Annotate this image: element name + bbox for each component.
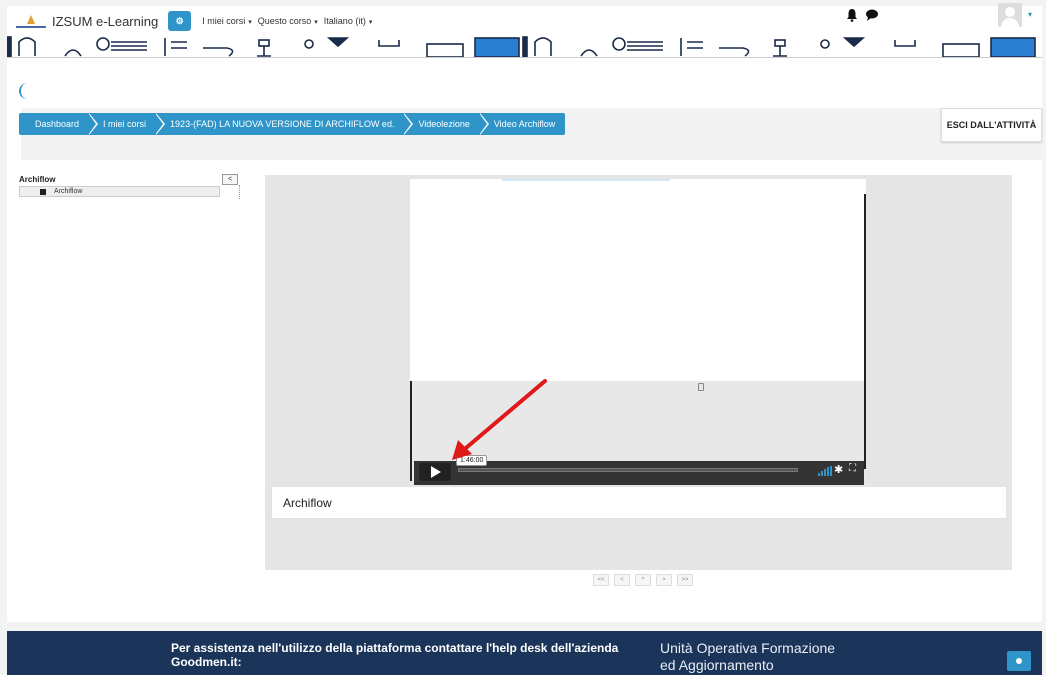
breadcrumb-my-courses[interactable]: I miei corsi xyxy=(89,113,166,135)
menu-toggle-button[interactable]: ⚙ xyxy=(168,11,192,31)
brand-name[interactable]: IZSUM e-Learning xyxy=(52,14,158,29)
chevron-down-icon: ▾ xyxy=(314,19,318,26)
fullscreen-icon[interactable]: ⛶ xyxy=(849,463,856,474)
chevron-down-icon[interactable]: ▾ xyxy=(1028,10,1032,19)
scorm-content: 1:46:00 ✱ ⛶ Archiflow xyxy=(265,175,1012,570)
scroll-top-button[interactable] xyxy=(1007,651,1031,671)
pager-up-button[interactable]: ^ xyxy=(635,574,651,586)
breadcrumb-dashboard[interactable]: Dashboard xyxy=(19,113,99,135)
footer-unit-line1: Unità Operativa Formazione xyxy=(660,640,836,656)
toc-collapse-button[interactable]: < xyxy=(222,174,238,185)
footer-unit-line2: ed Aggiornamento xyxy=(660,657,774,673)
pager-prev-button[interactable]: < xyxy=(614,574,630,586)
breadcrumb-label: Video Archiflow xyxy=(493,119,556,129)
slide-top-line xyxy=(502,179,670,181)
video-caption: Archiflow xyxy=(271,486,1007,519)
play-button[interactable] xyxy=(419,463,451,481)
nav-icons xyxy=(845,8,885,22)
nav-item-my-courses[interactable]: I miei corsi ▾ xyxy=(202,16,252,26)
breadcrumb-course[interactable]: 1923-(FAD) LA NUOVA VERSIONE DI ARCHIFLO… xyxy=(156,113,414,135)
toc-item-label: Archiflow xyxy=(54,188,83,195)
decorative-banner xyxy=(7,36,1042,58)
slide-left-rule xyxy=(410,381,412,481)
exit-activity-button[interactable]: ESCI DALL'ATTIVITÀ xyxy=(941,108,1042,142)
time-tooltip: 1:46:00 xyxy=(456,455,488,466)
resize-handle[interactable] xyxy=(239,185,242,199)
breadcrumb-label: Videolezione xyxy=(418,119,470,129)
slide-right-rule xyxy=(864,194,866,469)
nav-item-language[interactable]: Italiano (it) ▾ xyxy=(324,16,373,26)
chevron-down-icon: ▾ xyxy=(248,19,252,26)
breadcrumb-label: Dashboard xyxy=(35,119,80,129)
breadcrumb-label: I miei corsi xyxy=(103,119,147,129)
bell-icon[interactable] xyxy=(845,8,859,22)
volume-icon[interactable] xyxy=(818,466,832,476)
breadcrumb-section[interactable]: Videolezione xyxy=(404,113,489,135)
nav-item-this-course[interactable]: Questo corso ▾ xyxy=(258,16,318,26)
toc-item[interactable]: Archiflow xyxy=(19,186,220,197)
brand[interactable]: IZSUM e-Learning xyxy=(16,14,158,29)
nav-item-label: Questo corso xyxy=(257,16,312,26)
page-header xyxy=(7,58,1042,160)
pager-first-button[interactable]: << xyxy=(593,574,609,586)
mouse-cursor-icon xyxy=(698,383,704,391)
breadcrumb-current[interactable]: Video Archiflow xyxy=(480,113,565,135)
progress-bar[interactable] xyxy=(458,468,798,472)
pager-next-button[interactable]: > xyxy=(656,574,672,586)
header-bracket-icon xyxy=(19,83,27,99)
video-slide xyxy=(410,179,866,381)
banner-pattern-icon xyxy=(7,36,1036,57)
chevron-up-icon xyxy=(1016,658,1022,664)
footer: Per assistenza nell'utilizzo della piatt… xyxy=(7,631,1042,675)
brand-logo-icon xyxy=(16,14,46,28)
chevron-down-icon: ▾ xyxy=(368,19,373,26)
toc-title: Archiflow xyxy=(19,175,56,184)
nav-menu: I miei corsi ▾ Questo corso ▾ Italiano (it… xyxy=(196,16,372,26)
avatar[interactable] xyxy=(998,3,1022,27)
play-icon xyxy=(431,466,441,478)
chat-icon[interactable] xyxy=(865,8,879,22)
toc-panel: Archiflow < Archiflow xyxy=(19,174,243,199)
nav-item-label: I miei corsi xyxy=(202,16,246,26)
pager-last-button[interactable]: >> xyxy=(677,574,693,586)
top-navbar: IZSUM e-Learning ⚙ I miei corsi ▾ Questo … xyxy=(7,6,1042,36)
video-player[interactable]: 1:46:00 ✱ ⛶ xyxy=(410,179,866,485)
breadcrumb-label: 1923-(FAD) LA NUOVA VERSIONE DI ARCHIFLO… xyxy=(170,119,395,129)
breadcrumb: Dashboard I miei corsi 1923-(FAD) LA NUO… xyxy=(19,113,566,135)
footer-help-text: Per assistenza nell'utilizzo della piatt… xyxy=(171,641,619,669)
pager: << < ^ > >> xyxy=(593,574,698,586)
settings-icon[interactable]: ✱ xyxy=(834,463,843,476)
video-file-icon xyxy=(40,189,46,195)
footer-unit: Unità Operativa Formazione ed Aggiorname… xyxy=(660,640,920,674)
player-controls: 1:46:00 ✱ ⛶ xyxy=(414,455,864,485)
nav-item-label: Italiano (it) xyxy=(323,16,366,26)
